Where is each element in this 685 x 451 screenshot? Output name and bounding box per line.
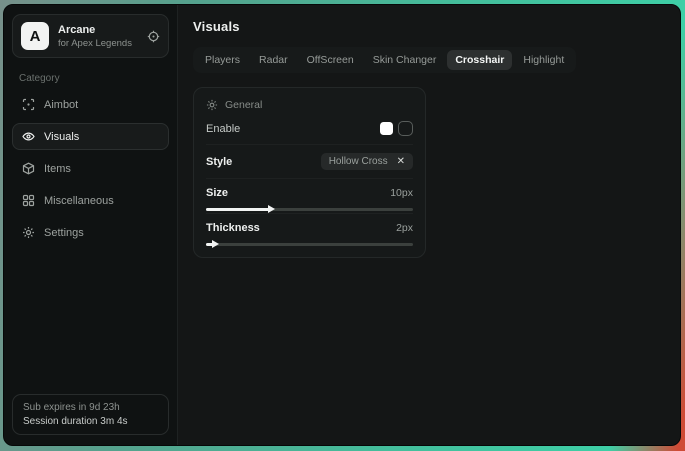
thickness-label: Thickness	[206, 222, 260, 234]
tab-radar[interactable]: Radar	[251, 50, 296, 70]
target-icon[interactable]	[147, 30, 160, 43]
thickness-slider[interactable]	[206, 243, 413, 246]
cheat-menu-window: A Arcane for Apex Legends Category	[3, 4, 681, 446]
enable-row: Enable	[206, 113, 413, 145]
panel-title: General	[225, 99, 262, 111]
subscription-card: Sub expires in 9d 23h Session duration 3…	[12, 394, 169, 435]
thickness-slider-thumb[interactable]	[212, 240, 219, 248]
tab-skin-changer[interactable]: Skin Changer	[365, 50, 445, 70]
style-selected-value: Hollow Cross	[329, 156, 388, 167]
size-slider-fill	[206, 208, 270, 211]
sidebar: A Arcane for Apex Legends Category	[4, 5, 178, 445]
sub-expires-text: Sub expires in 9d 23h	[23, 402, 158, 413]
size-value: 10px	[390, 187, 413, 199]
size-slider[interactable]	[206, 208, 413, 211]
sidebar-item-items[interactable]: Items	[12, 155, 169, 182]
main-content: Visuals Players Radar OffScreen Skin Cha…	[178, 5, 680, 445]
category-label: Category	[19, 73, 162, 84]
style-row: Style Hollow Cross ✕	[206, 145, 413, 179]
session-duration-text: Session duration 3m 4s	[23, 416, 158, 427]
general-panel: General Enable Style Hollow Cross ✕	[193, 87, 426, 258]
sidebar-spacer	[12, 246, 169, 394]
style-select[interactable]: Hollow Cross ✕	[321, 153, 413, 170]
tab-players[interactable]: Players	[197, 50, 248, 70]
size-label: Size	[206, 187, 228, 199]
sidebar-item-label: Aimbot	[44, 99, 78, 111]
sidebar-item-miscellaneous[interactable]: Miscellaneous	[12, 187, 169, 214]
brand-text: Arcane for Apex Legends	[58, 24, 132, 49]
crosshair-icon	[22, 98, 35, 111]
page-title: Visuals	[193, 19, 665, 34]
color-swatch[interactable]	[380, 122, 393, 135]
size-row: Size 10px	[206, 179, 413, 214]
enable-checkbox[interactable]	[398, 121, 413, 136]
general-settings-icon	[206, 99, 218, 111]
box-icon	[22, 162, 35, 175]
sidebar-item-label: Visuals	[44, 131, 79, 143]
thickness-value: 2px	[396, 222, 413, 234]
tab-crosshair[interactable]: Crosshair	[447, 50, 512, 70]
game-backdrop: A Arcane for Apex Legends Category	[0, 0, 685, 451]
size-slider-thumb[interactable]	[268, 205, 275, 213]
enable-label: Enable	[206, 123, 240, 135]
brand-subtitle: for Apex Legends	[58, 38, 132, 49]
sidebar-item-visuals[interactable]: Visuals	[12, 123, 169, 150]
sidebar-item-label: Items	[44, 163, 71, 175]
brand-card: A Arcane for Apex Legends	[12, 14, 169, 58]
eye-icon	[22, 130, 35, 143]
clear-style-icon[interactable]: ✕	[397, 157, 405, 167]
sidebar-item-label: Miscellaneous	[44, 195, 114, 207]
tab-bar: Players Radar OffScreen Skin Changer Cro…	[193, 47, 576, 73]
thickness-row: Thickness 2px	[206, 214, 413, 246]
sidebar-item-aimbot[interactable]: Aimbot	[12, 91, 169, 118]
gear-icon	[22, 226, 35, 239]
enable-controls	[380, 121, 413, 136]
tab-offscreen[interactable]: OffScreen	[299, 50, 362, 70]
grid-icon	[22, 194, 35, 207]
brand-logo: A	[21, 22, 49, 50]
sidebar-item-settings[interactable]: Settings	[12, 219, 169, 246]
panel-header: General	[206, 96, 413, 113]
tab-highlight[interactable]: Highlight	[515, 50, 572, 70]
sidebar-item-label: Settings	[44, 227, 84, 239]
brand-title: Arcane	[58, 24, 132, 36]
sidebar-nav: Aimbot Visuals	[12, 91, 169, 246]
style-label: Style	[206, 156, 232, 168]
